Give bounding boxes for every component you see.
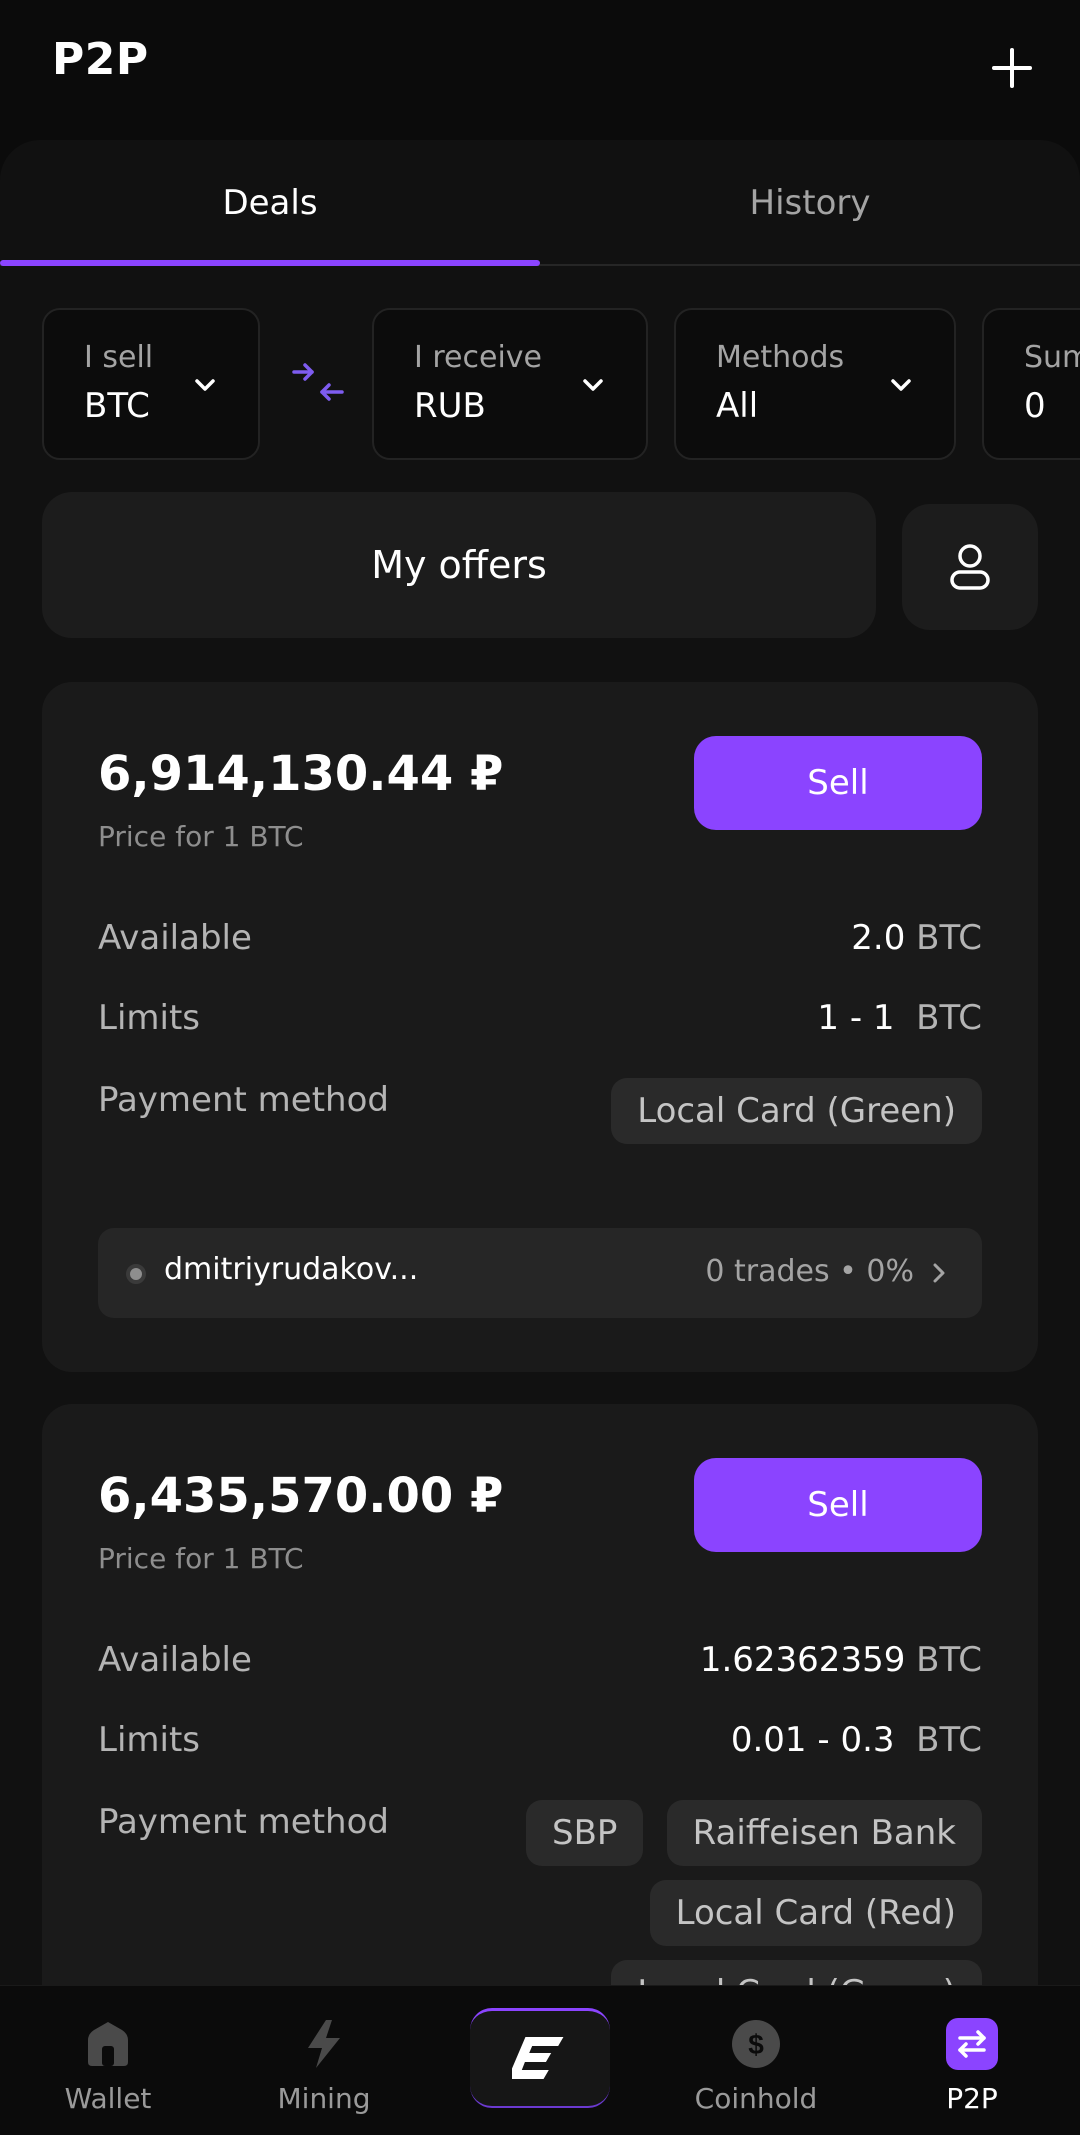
receive-currency-select[interactable]: I receive RUB <box>372 308 648 460</box>
nav-label: Wallet <box>64 2082 152 2115</box>
methods-select[interactable]: Methods All <box>674 308 956 460</box>
lightning-icon <box>308 2020 340 2068</box>
tab-deals[interactable]: Deals <box>0 140 540 266</box>
offer-price: 6,435,570.00 ₽ <box>98 1468 504 1524</box>
add-offer-button[interactable] <box>984 40 1040 96</box>
offer-card: 6,914,130.44 ₽ Price for 1 BTC Sell Avai… <box>42 682 1038 1372</box>
page-title: P2P <box>52 34 149 85</box>
available-label: Available <box>98 1640 252 1680</box>
sell-button[interactable]: Sell <box>694 1458 982 1552</box>
top-bar: P2P <box>0 0 1080 140</box>
profile-button[interactable] <box>902 504 1038 630</box>
price-note: Price for 1 BTC <box>98 820 304 853</box>
receive-filter-label: I receive <box>414 340 543 375</box>
wallet-icon <box>88 2022 128 2066</box>
payment-method-chip: Raiffeisen Bank <box>666 1800 982 1866</box>
dollar-coin-icon: $ <box>732 2020 780 2068</box>
filter-bar: I sell BTC I receive RUB Methods All Sum… <box>0 308 1080 460</box>
center-action-button[interactable] <box>470 2008 610 2108</box>
trader-stats: 0 trades • 0% <box>705 1254 914 1289</box>
main-sheet: Deals History I sell BTC I receive RUB M… <box>0 140 1080 1990</box>
limits-label: Limits <box>98 1720 200 1760</box>
payment-method-label: Payment method <box>98 1802 389 1842</box>
limits-value: 0.01 - 0.3 BTC <box>731 1720 982 1760</box>
status-dot-icon <box>126 1264 146 1284</box>
available-unit: BTC <box>916 918 982 958</box>
sum-filter-label: Sum <box>1024 340 1080 375</box>
trader-info-row[interactable]: dmitriyrudakov... 0 trades • 0% <box>98 1228 982 1318</box>
chevron-down-icon <box>583 379 603 391</box>
available-value: 2.0 BTC <box>851 918 982 958</box>
offer-price: 6,914,130.44 ₽ <box>98 746 504 802</box>
nav-mining[interactable]: Mining <box>216 1986 432 2135</box>
chevron-down-icon <box>891 379 911 391</box>
methods-filter-value: All <box>716 386 759 426</box>
plus-icon <box>992 48 1032 88</box>
methods-filter-label: Methods <box>716 340 845 375</box>
user-icon <box>950 544 990 590</box>
limits-unit: BTC <box>916 998 982 1038</box>
nav-wallet[interactable]: Wallet <box>0 1986 216 2135</box>
limits-label: Limits <box>98 998 200 1038</box>
limits-unit: BTC <box>916 1720 982 1760</box>
receive-filter-value: RUB <box>414 386 486 426</box>
limits-range: 1 - 1 <box>817 998 895 1038</box>
available-amount: 2.0 <box>851 918 906 958</box>
my-offers-button[interactable]: My offers <box>42 492 876 638</box>
payment-method-chip: SBP <box>526 1800 644 1866</box>
swap-direction-icon[interactable] <box>290 356 346 412</box>
payment-method-chip: Local Card (Red) <box>649 1880 982 1946</box>
swap-arrows-icon <box>946 2018 998 2070</box>
nav-label: Mining <box>277 2082 371 2115</box>
sum-filter-value: 0 <box>1024 386 1046 426</box>
tab-bar: Deals History <box>0 140 1080 266</box>
nav-label: P2P <box>946 2082 998 2115</box>
sell-currency-select[interactable]: I sell BTC <box>42 308 260 460</box>
available-amount: 1.62362359 <box>699 1640 906 1680</box>
trader-name: dmitriyrudakov... <box>164 1252 419 1287</box>
chevron-right-icon <box>933 1263 945 1283</box>
chevron-down-icon <box>195 379 215 391</box>
sell-button[interactable]: Sell <box>694 736 982 830</box>
limits-range: 0.01 - 0.3 <box>730 1720 895 1760</box>
price-note: Price for 1 BTC <box>98 1542 304 1575</box>
payment-method-chip: Local Card (Green) <box>611 1078 982 1144</box>
e-logo-icon <box>512 2036 564 2079</box>
available-value: 1.62362359 BTC <box>700 1640 982 1680</box>
available-unit: BTC <box>916 1640 982 1680</box>
tab-history[interactable]: History <box>540 140 1080 266</box>
nav-p2p[interactable]: P2P <box>864 1986 1080 2135</box>
nav-coinhold[interactable]: $ Coinhold <box>648 1986 864 2135</box>
sell-filter-label: I sell <box>84 340 154 375</box>
available-label: Available <box>98 918 252 958</box>
payment-method-label: Payment method <box>98 1080 389 1120</box>
nav-label: Coinhold <box>694 2082 818 2115</box>
limits-value: 1 - 1 BTC <box>817 998 982 1038</box>
sum-input[interactable]: Sum 0 <box>982 308 1080 460</box>
active-tab-indicator <box>0 260 540 266</box>
bottom-navigation: Wallet Mining $ Coinhold P2P <box>0 1985 1080 2135</box>
offer-card: 6,435,570.00 ₽ Price for 1 BTC Sell Avai… <box>42 1404 1038 1990</box>
sell-filter-value: BTC <box>84 386 150 426</box>
svg-text:$: $ <box>748 2029 764 2060</box>
